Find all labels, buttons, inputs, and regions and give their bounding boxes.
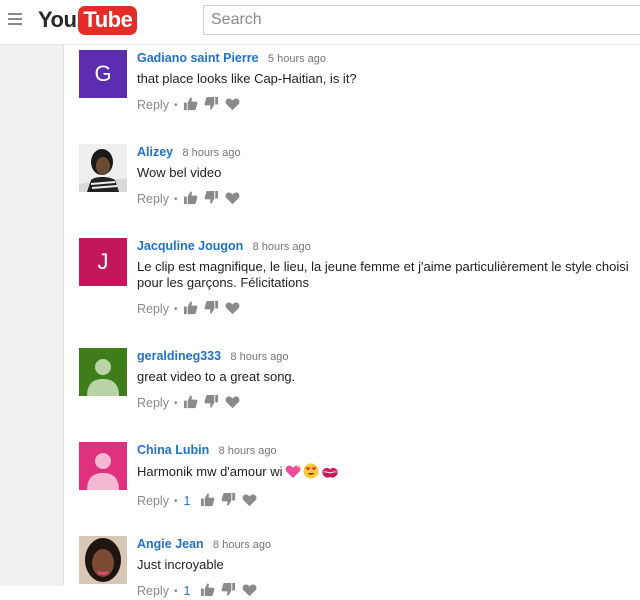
- heart-icon[interactable]: [225, 395, 240, 412]
- comment-text: great video to a great song.: [137, 369, 296, 384]
- separator-dot: •: [173, 495, 178, 507]
- user-silhouette-icon: [87, 453, 119, 490]
- heart-icon[interactable]: [242, 493, 257, 510]
- comment-time[interactable]: 8 hours ago: [230, 351, 288, 363]
- separator-dot: •: [173, 193, 178, 205]
- avatar[interactable]: [79, 348, 127, 396]
- reply-button[interactable]: Reply: [137, 192, 169, 206]
- thumbs-up-icon[interactable]: [200, 582, 215, 600]
- separator-dot: •: [173, 303, 178, 315]
- thumbs-up-icon[interactable]: [183, 300, 198, 318]
- comment-text: Just incroyable: [137, 557, 224, 572]
- thumbs-up-icon[interactable]: [183, 190, 198, 208]
- avatar[interactable]: [79, 536, 127, 584]
- comment-author[interactable]: Angie Jean: [137, 537, 204, 551]
- reply-button[interactable]: Reply: [137, 584, 169, 598]
- hamburger-menu-icon[interactable]: [8, 13, 22, 25]
- youtube-logo[interactable]: You Tube: [38, 5, 138, 35]
- thumbs-down-icon[interactable]: [221, 492, 236, 510]
- reply-button[interactable]: Reply: [137, 396, 169, 410]
- comment-author[interactable]: Gadiano saint Pierre: [137, 51, 259, 65]
- avatar-letter: J: [97, 249, 109, 274]
- heart-icon[interactable]: [242, 583, 257, 600]
- comment-time[interactable]: 8 hours ago: [213, 539, 271, 551]
- comment-text: that place looks like Cap-Haitian, is it…: [137, 71, 357, 86]
- thumbs-down-icon[interactable]: [204, 190, 219, 208]
- comment-time[interactable]: 5 hours ago: [268, 53, 326, 65]
- comment-text: Le clip est magnifique, le lieu, la jeun…: [137, 259, 629, 290]
- separator-dot: •: [173, 397, 178, 409]
- heart-icon[interactable]: [225, 191, 240, 208]
- comment-time[interactable]: 8 hours ago: [219, 445, 277, 457]
- logo-tube-text: Tube: [78, 5, 138, 35]
- thumbs-down-icon[interactable]: [221, 582, 236, 600]
- heart-eyes-icon: [303, 463, 319, 483]
- comment-author[interactable]: Jacquline Jougon: [137, 239, 243, 253]
- logo-you-text: You: [38, 7, 77, 32]
- woman-photo-icon: [79, 144, 127, 192]
- comment-author[interactable]: Alizey: [137, 145, 173, 159]
- avatar[interactable]: J: [79, 238, 127, 286]
- reply-button[interactable]: Reply: [137, 98, 169, 112]
- top-bar: You Tube: [0, 0, 640, 45]
- thumbs-down-icon[interactable]: [204, 300, 219, 318]
- comment-author[interactable]: China Lubin: [137, 443, 209, 457]
- avatar[interactable]: G: [79, 50, 127, 98]
- comment-time[interactable]: 8 hours ago: [253, 241, 311, 253]
- woman-photo-icon: [79, 536, 127, 584]
- thumbs-down-icon[interactable]: [204, 394, 219, 412]
- avatar-letter: G: [94, 61, 112, 86]
- separator-dot: •: [173, 585, 178, 597]
- avatar[interactable]: [79, 144, 127, 192]
- thumbs-down-icon[interactable]: [204, 96, 219, 114]
- comment-text: Harmonik mw d'amour wi: [137, 464, 283, 479]
- left-sidebar: [0, 45, 64, 586]
- heart-icon[interactable]: [225, 301, 240, 318]
- comment-text: Wow bel video: [137, 165, 222, 180]
- reply-count[interactable]: 1: [183, 584, 190, 598]
- reply-button[interactable]: Reply: [137, 302, 169, 316]
- kiss-mark-icon: [321, 466, 339, 483]
- avatar[interactable]: [79, 442, 127, 490]
- search-input[interactable]: [203, 5, 640, 35]
- reply-button[interactable]: Reply: [137, 494, 169, 508]
- comment-author[interactable]: geraldineg333: [137, 349, 221, 363]
- separator-dot: •: [173, 99, 178, 111]
- comment-time[interactable]: 8 hours ago: [182, 147, 240, 159]
- thumbs-up-icon[interactable]: [200, 492, 215, 510]
- thumbs-up-icon[interactable]: [183, 394, 198, 412]
- thumbs-up-icon[interactable]: [183, 96, 198, 114]
- comment-text-row: Harmonik mw d'amour wi: [137, 463, 640, 483]
- sparkling-heart-icon: [285, 464, 301, 483]
- heart-icon[interactable]: [225, 97, 240, 114]
- reply-count[interactable]: 1: [183, 494, 190, 508]
- user-silhouette-icon: [87, 359, 119, 396]
